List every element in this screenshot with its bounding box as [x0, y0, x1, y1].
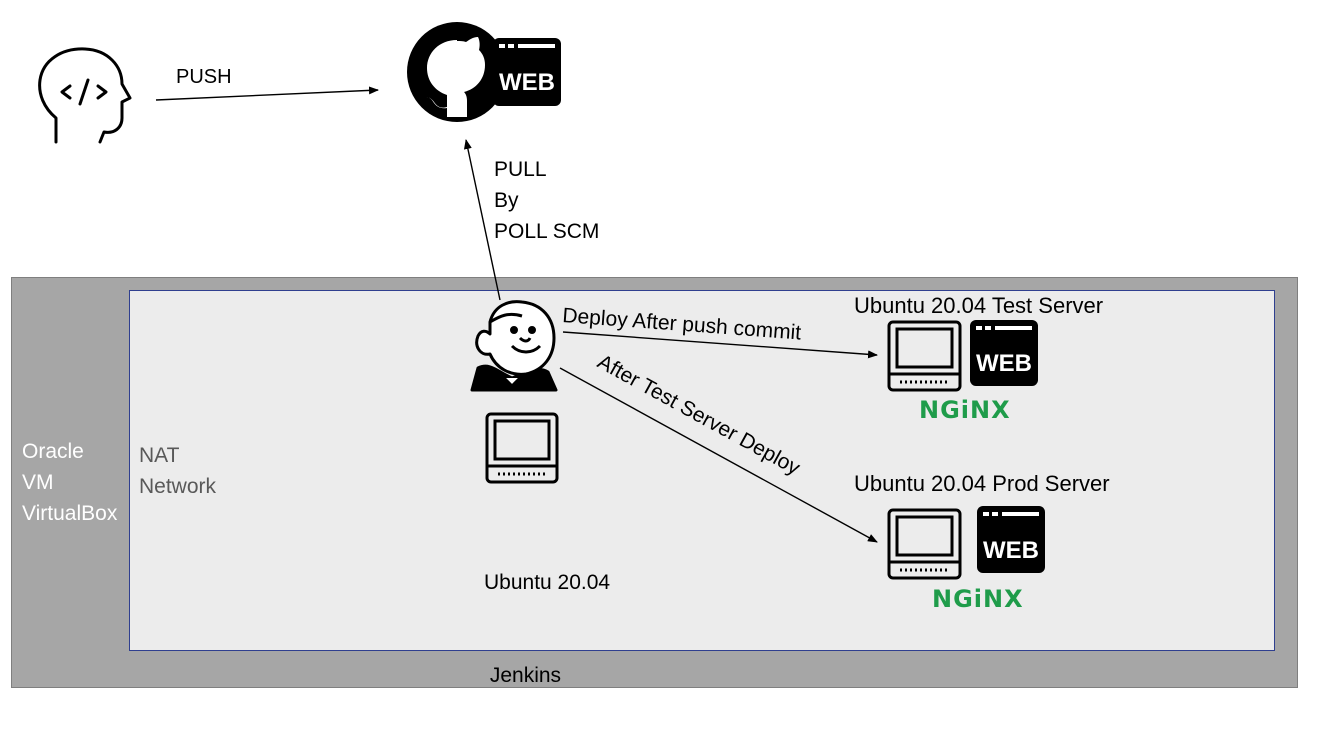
deploy-test-label: Deploy After push commit — [562, 304, 802, 344]
test-web-badge-label: WEB — [976, 350, 1032, 377]
prod-server-title: Ubuntu 20.04 Prod Server — [854, 471, 1110, 496]
test-server-title: Ubuntu 20.04 Test Server — [854, 293, 1104, 318]
prod-web-badge-label: WEB — [983, 537, 1039, 564]
pull-label: PULL By POLL SCM — [494, 154, 599, 247]
push-arrow — [155, 86, 379, 101]
pull-label-line: POLL SCM — [494, 220, 600, 243]
jenkins-node-label-line: Ubuntu 20.04 — [484, 571, 611, 594]
developer-head-icon — [38, 47, 132, 144]
test-computer-icon — [887, 320, 962, 392]
pull-label-line: By — [494, 189, 519, 212]
deploy-prod-label: After Test Server Deploy — [594, 350, 805, 480]
prod-computer-icon — [887, 508, 962, 580]
test-nginx-logo: NGiNX — [919, 396, 1011, 424]
diagram-canvas: WEB WEB WEB PUSH Deploy After push commi… — [38, 22, 1045, 580]
pull-label-line: PULL — [494, 158, 547, 181]
github-web-badge-label: WEB — [499, 69, 555, 96]
jenkins-node-label-line: Jenkins — [484, 664, 562, 687]
github-logo-icon — [407, 22, 507, 122]
jenkins-computer-icon — [485, 412, 559, 484]
jenkins-node-label: Ubuntu 20.04 Jenkins — [484, 505, 610, 722]
jenkins-logo-icon — [470, 300, 558, 392]
prod-nginx-logo: NGiNX — [932, 585, 1024, 613]
push-label: PUSH — [176, 66, 232, 88]
